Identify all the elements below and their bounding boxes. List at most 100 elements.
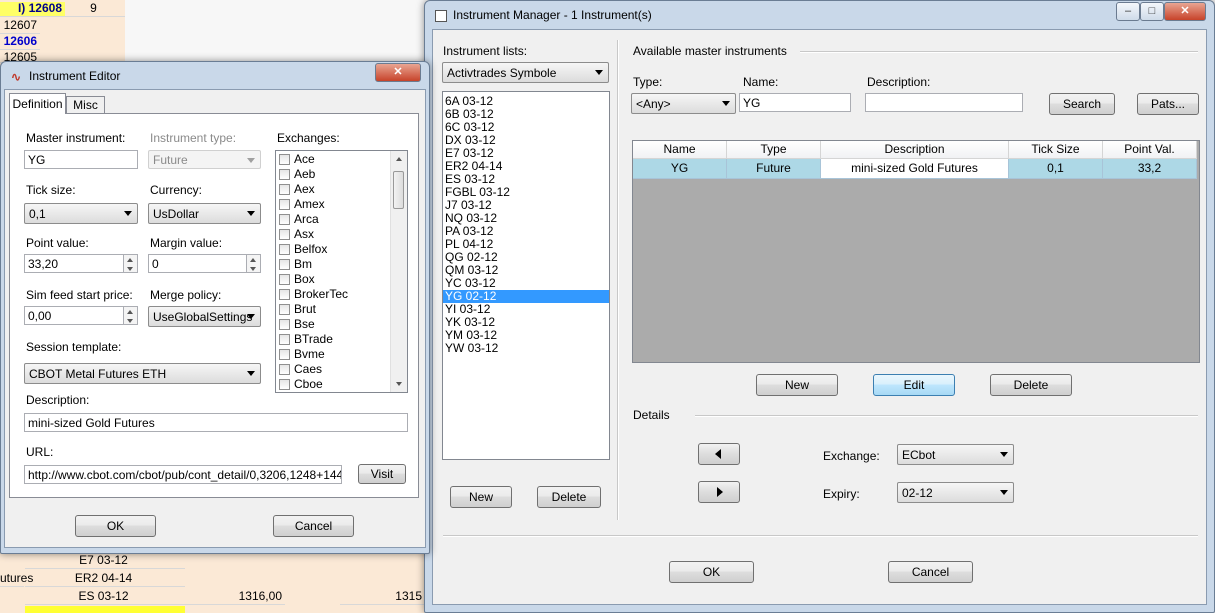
exchange-item[interactable]: BTrade [276,332,390,347]
name-input[interactable]: YG [739,93,851,112]
next-button[interactable] [698,481,740,503]
exchange-select[interactable]: ECbot [897,444,1014,465]
exchange-item[interactable]: Bse [276,317,390,332]
type-select[interactable]: <Any> [631,93,736,114]
merge-policy-select[interactable]: UseGlobalSettings [148,306,261,327]
list-delete-button[interactable]: Delete [537,486,601,508]
url-input[interactable]: http://www.cbot.com/cbot/pub/cont_detail… [24,465,342,484]
sheet-yellow-cell [25,606,185,613]
search-button[interactable]: Search [1049,93,1115,115]
grid-cell[interactable]: mini-sized Gold Futures [821,159,1009,179]
grid-header-cell[interactable]: Type [727,141,821,159]
exchange-checkbox[interactable] [279,334,290,345]
point-value-spinner[interactable] [123,255,137,272]
point-value-input[interactable]: 33,20 [24,254,138,273]
scroll-thumb[interactable] [393,171,404,209]
grid-header-cell[interactable]: Name [633,141,727,159]
manager-ok-button[interactable]: OK [669,561,754,583]
description-input[interactable]: mini-sized Gold Futures [24,413,408,432]
instrument-manager-titlebar[interactable]: Instrument Manager - 1 Instrument(s) – □… [425,1,1214,31]
exchange-checkbox[interactable] [279,379,290,390]
exchange-checkbox[interactable] [279,319,290,330]
exchange-item[interactable]: Cboe [276,377,390,392]
session-template-select[interactable]: CBOT Metal Futures ETH [24,363,261,384]
tick-size-select[interactable]: 0,1 [24,203,138,224]
exchange-label: Belfox [294,242,328,256]
exchange-checkbox[interactable] [279,364,290,375]
master-instrument-input[interactable]: YG [24,150,138,169]
grid-header-cell[interactable]: Point Val. [1103,141,1197,159]
grid-cell[interactable]: Future [727,159,821,179]
minimize-button[interactable]: – [1116,2,1140,21]
sim-feed-value: 0,00 [28,309,52,323]
tab-definition[interactable]: Definition [9,93,66,114]
exchange-item[interactable]: Belfox [276,242,390,257]
exchange-checkbox[interactable] [279,184,290,195]
instrument-list-select[interactable]: Activtrades Symbole [442,62,609,83]
exchange-item[interactable]: Arca [276,212,390,227]
instruments-listbox[interactable]: 6A 03-12 6B 03-12 6C 03-12 DX 03-12 E7 03-12… [442,91,610,460]
maximize-button[interactable]: □ [1140,2,1164,21]
expiry-select[interactable]: 02-12 [897,482,1014,503]
chevron-down-icon [247,211,255,216]
exchange-checkbox[interactable] [279,154,290,165]
manager-cancel-button[interactable]: Cancel [888,561,973,583]
margin-value-label: Margin value: [150,236,223,250]
exchange-item[interactable]: Aex [276,182,390,197]
exchange-item[interactable]: Asx [276,227,390,242]
panel-divider [617,40,619,520]
exchange-checkbox[interactable] [279,169,290,180]
exchange-label: Cboe [294,377,323,391]
master-delete-button[interactable]: Delete [990,374,1072,396]
close-button[interactable]: ✕ [375,63,421,82]
grid-header-cell[interactable]: Tick Size [1009,141,1103,159]
exchange-checkbox[interactable] [279,289,290,300]
close-button[interactable]: ✕ [1164,2,1206,21]
exchange-item[interactable]: BrokerTec [276,287,390,302]
scroll-down-arrow-icon[interactable] [396,382,402,386]
grid-cell[interactable]: YG [633,159,727,179]
grid-header-cell[interactable]: Description [821,141,1009,159]
previous-button[interactable] [698,443,740,465]
exchange-checkbox[interactable] [279,214,290,225]
arrow-right-icon [717,487,723,497]
exchange-checkbox[interactable] [279,259,290,270]
master-new-button[interactable]: New [756,374,838,396]
exchange-checkbox[interactable] [279,244,290,255]
currency-select[interactable]: UsDollar [148,203,261,224]
exchange-item[interactable]: Box [276,272,390,287]
exchanges-scrollbar[interactable] [390,151,407,392]
exchange-item[interactable]: Bm [276,257,390,272]
exchange-checkbox[interactable] [279,199,290,210]
exchange-checkbox[interactable] [279,229,290,240]
editor-ok-button[interactable]: OK [75,515,156,537]
instrument-list-item[interactable]: YW 03-12 [443,342,609,355]
visit-button[interactable]: Visit [358,464,406,484]
margin-value-spinner[interactable] [246,255,260,272]
instrument-editor-titlebar[interactable]: ∿ Instrument Editor ✕ [1,62,429,92]
exchange-item[interactable]: Amex [276,197,390,212]
exchange-item[interactable]: Bvme [276,347,390,362]
exchange-item[interactable]: Caes [276,362,390,377]
list-new-button[interactable]: New [450,486,512,508]
master-edit-button[interactable]: Edit [873,374,955,396]
exchanges-listbox[interactable]: Ace Aeb Aex Amex Arca Asx Belfox Bm Box BrokerTec… [275,150,408,393]
margin-value-input[interactable]: 0 [148,254,261,273]
master-instruments-grid[interactable]: Name Type Description Tick Size Point Val. YG… [632,140,1200,363]
sim-feed-spinner[interactable] [123,307,137,324]
exchange-item[interactable]: Brut [276,302,390,317]
scroll-up-arrow-icon[interactable] [396,157,402,161]
pats-button[interactable]: Pats... [1137,93,1199,115]
exchange-checkbox[interactable] [279,304,290,315]
sheet-cell: ES 03-12 [25,590,185,605]
exchange-checkbox[interactable] [279,274,290,285]
exchange-checkbox[interactable] [279,349,290,360]
editor-cancel-button[interactable]: Cancel [273,515,354,537]
grid-cell[interactable]: 0,1 [1009,159,1103,179]
grid-cell[interactable]: 33,2 [1103,159,1197,179]
description-filter-input[interactable] [865,93,1023,112]
tab-misc[interactable]: Misc [66,96,105,113]
sim-feed-input[interactable]: 0,00 [24,306,138,325]
exchange-item[interactable]: Ace [276,152,390,167]
exchange-item[interactable]: Aeb [276,167,390,182]
